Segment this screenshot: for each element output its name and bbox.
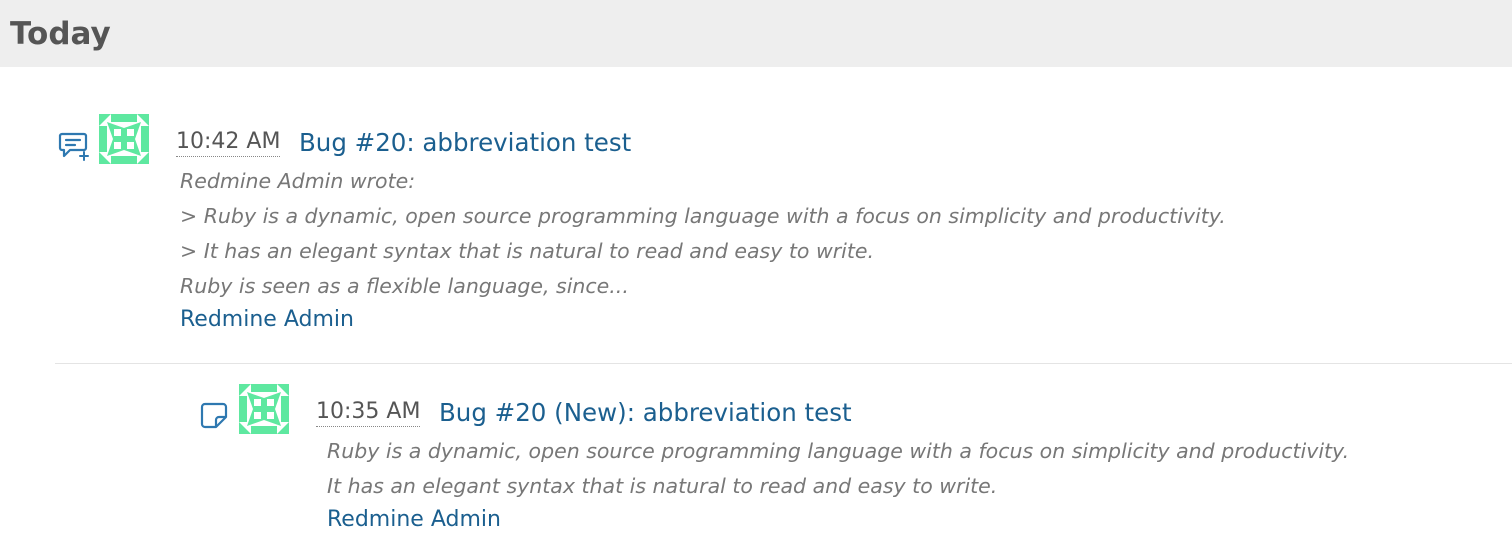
event-time[interactable]: 10:35 AM <box>316 398 421 427</box>
comment-add-icon <box>57 129 91 163</box>
event-author-link[interactable]: Redmine Admin <box>180 306 354 334</box>
identicon-avatar-icon <box>239 384 289 434</box>
event-author-link[interactable]: Redmine Admin <box>327 506 501 534</box>
day-header: Today <box>0 0 1512 67</box>
day-title: Today <box>10 16 111 52</box>
description-line: Ruby is a dynamic, open source programmi… <box>327 439 1350 463</box>
identicon-avatar-icon <box>99 114 149 164</box>
description-line: > Ruby is a dynamic, open source program… <box>180 204 1226 228</box>
event-title-link[interactable]: Bug #20: abbreviation test <box>299 128 631 158</box>
event-time[interactable]: 10:42 AM <box>176 128 281 157</box>
event-title-link[interactable]: Bug #20 (New): abbreviation test <box>439 398 852 428</box>
event-divider <box>55 363 1512 364</box>
description-line: Ruby is seen as a flexible language, sin… <box>180 274 629 298</box>
description-line: It has an elegant syntax that is natural… <box>327 474 998 498</box>
sticky-note-icon <box>198 399 232 433</box>
description-line: > It has an elegant syntax that is natur… <box>180 239 875 263</box>
description-line: Redmine Admin wrote: <box>180 169 416 193</box>
event-description: Ruby is a dynamic, open source programmi… <box>327 434 1349 504</box>
event-description: Redmine Admin wrote: > Ruby is a dynamic… <box>180 164 1226 304</box>
